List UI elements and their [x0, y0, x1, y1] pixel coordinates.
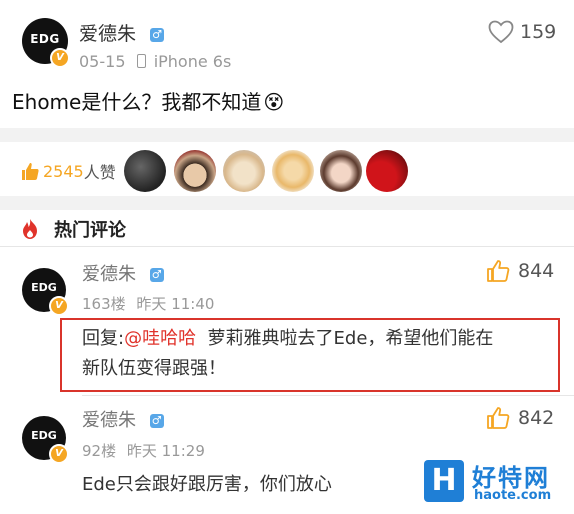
edg-logo: EDG — [30, 32, 60, 46]
male-gender-icon: ♂ — [150, 27, 165, 42]
male-gender-icon: ♂ — [149, 414, 164, 428]
comment-text: Ede只会跟好跟厉害，你们放心 — [82, 474, 332, 495]
phone-icon — [136, 54, 146, 68]
post-text: Ehome是什么？我都不知道 — [12, 90, 262, 114]
male-gender-icon: ♂ — [149, 268, 164, 282]
comment-author-name[interactable]: 爱德朱 ♂ — [82, 260, 164, 286]
post-content: Ehome是什么？我都不知道 😵 — [12, 86, 284, 115]
post-meta: 05-15 iPhone 6s — [79, 52, 231, 71]
post-device: iPhone 6s — [153, 52, 232, 71]
dizzy-emoji: 😵 — [263, 90, 285, 114]
post-author-name[interactable]: 爱德朱 ♂ — [79, 19, 165, 46]
liker-avatar-3[interactable] — [223, 150, 265, 192]
likes-summary[interactable]: 2545 人赞 — [20, 158, 116, 184]
site-watermark: H 好特网 haote.com — [424, 458, 564, 506]
likes-label: 人赞 — [83, 163, 116, 182]
mention-link[interactable]: @哇哈哈 — [124, 328, 196, 349]
edg-logo: EDG — [31, 429, 57, 442]
comment-avatar[interactable]: EDG V — [22, 268, 69, 316]
section-separator — [0, 128, 574, 142]
liker-avatar-6[interactable] — [366, 150, 408, 192]
reply-text-line-2: 新队伍变得跟强！ — [82, 358, 226, 379]
comment-meta: 92楼 昨天 11:29 — [82, 440, 205, 461]
comment-author-name-text: 爱德朱 — [82, 410, 136, 431]
comment-author-name[interactable]: 爱德朱 ♂ — [82, 406, 164, 432]
comment-time: 昨天 11:40 — [136, 295, 215, 313]
post-like-button[interactable]: 159 — [488, 18, 556, 46]
comment-floor: 92楼 — [82, 442, 117, 460]
watermark-url: haote.com — [474, 488, 552, 503]
reply-line-1: 回复:@哇哈哈 萝莉雅典啦去了Ede，希望他们能在 — [82, 324, 552, 354]
comment-meta: 163楼 昨天 11:40 — [82, 293, 214, 314]
thumbs-up-icon — [487, 260, 510, 282]
comment-floor: 163楼 — [82, 295, 126, 313]
post-author-name-text: 爱德朱 — [79, 23, 137, 45]
post-author-avatar[interactable]: EDG V — [22, 18, 70, 68]
post-like-count: 159 — [520, 21, 557, 43]
comment-author-name-text: 爱德朱 — [82, 264, 136, 285]
reply-text-line-1: 萝莉雅典啦去了Ede，希望他们能在 — [207, 328, 494, 349]
liker-avatar-5[interactable] — [320, 150, 362, 192]
comment-like-button[interactable]: 844 — [486, 258, 554, 284]
edg-logo: EDG — [31, 281, 57, 294]
comment-like-button[interactable]: 842 — [486, 405, 554, 431]
comment-avatar[interactable]: EDG V — [22, 416, 69, 464]
thumbs-up-icon — [22, 163, 39, 180]
comment-divider — [82, 395, 574, 396]
heart-icon — [488, 20, 514, 44]
verified-badge-icon: V — [49, 444, 69, 464]
liker-avatar-2[interactable] — [174, 150, 216, 192]
liker-avatar-1[interactable] — [124, 150, 166, 192]
likes-count: 2545 — [43, 161, 84, 181]
comment-time: 昨天 11:29 — [126, 442, 205, 460]
section-separator-2 — [0, 196, 574, 210]
comment-like-count: 842 — [518, 407, 555, 429]
post-date: 05-15 — [79, 52, 126, 71]
thumbs-up-icon — [487, 407, 510, 429]
verified-badge-icon: V — [49, 296, 69, 316]
reply-prefix: 回复: — [82, 328, 125, 349]
comment-like-count: 844 — [518, 260, 555, 282]
watermark-logo-icon: H — [424, 460, 464, 502]
header-divider — [0, 246, 574, 247]
flame-icon — [23, 219, 37, 239]
comment-reply-text: 回复:@哇哈哈 萝莉雅典啦去了Ede，希望他们能在 新队伍变得跟强！ — [82, 324, 552, 384]
liker-avatar-4[interactable] — [272, 150, 314, 192]
hot-comments-header: 热门评论 — [20, 216, 126, 242]
hot-comments-title: 热门评论 — [54, 220, 126, 241]
verified-badge-icon: V — [50, 48, 70, 68]
